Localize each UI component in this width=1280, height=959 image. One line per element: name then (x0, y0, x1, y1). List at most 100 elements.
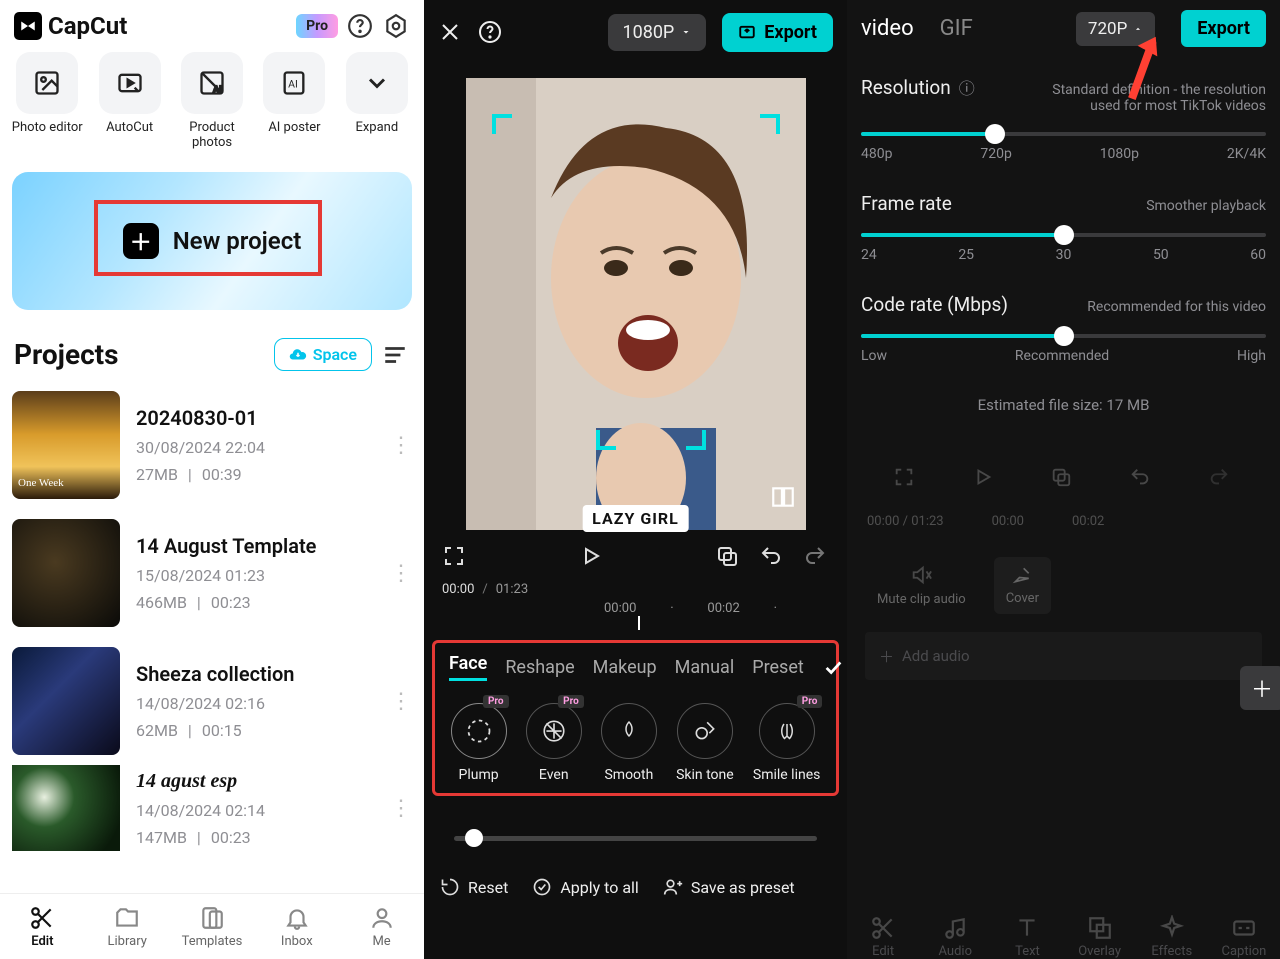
nav-caption: Caption (1208, 915, 1280, 959)
project-thumbnail: One Week (12, 391, 120, 499)
nav-edit: Edit (847, 915, 919, 959)
time-display: 00:00/01:23 (424, 576, 847, 597)
preview-caption: LAZY GIRL (582, 505, 689, 532)
effect-smooth[interactable]: Smooth (601, 703, 657, 783)
nav-text: Text (991, 915, 1063, 959)
bottom-nav: Edit Library Templates Inbox Me (0, 893, 424, 959)
help-icon[interactable] (346, 12, 374, 40)
redo-icon (1208, 466, 1234, 492)
project-item[interactable]: 14 August Template 15/08/2024 01:23 466M… (12, 509, 424, 637)
nav-audio: Audio (919, 915, 991, 959)
tab-reshape[interactable]: Reshape (505, 657, 574, 678)
settings-icon[interactable] (382, 12, 410, 40)
tool-photo-editor[interactable]: Photo editor (10, 52, 84, 150)
add-button: ＋ (1240, 666, 1280, 710)
player-controls (424, 530, 847, 576)
export-header: video GIF 720P Export (847, 0, 1280, 67)
retouch-tabs: Face Reshape Makeup Manual Preset (441, 649, 830, 685)
new-project-button[interactable]: ＋ New project (12, 172, 412, 310)
project-thumbnail (12, 765, 120, 851)
pro-badge[interactable]: Pro (296, 14, 338, 38)
play-icon[interactable] (579, 544, 605, 570)
timeline-ruler[interactable]: 00:00·00:02· (424, 597, 847, 620)
code-rate-slider[interactable] (861, 334, 1266, 338)
copy-icon (1050, 466, 1076, 492)
copy-icon[interactable] (715, 544, 741, 570)
frame-rate-slider[interactable] (861, 233, 1266, 237)
tool-expand[interactable]: Expand (340, 52, 414, 150)
projects-header: Projects Space (0, 320, 424, 371)
save-preset-button[interactable]: Save as preset (663, 877, 795, 897)
tool-ai-poster[interactable]: AI AI poster (257, 52, 331, 150)
playhead-icon[interactable] (638, 616, 640, 630)
app-name: CapCut (48, 12, 127, 40)
help-icon[interactable] (478, 20, 502, 44)
crop-corner-icon (596, 430, 616, 450)
effect-skin-tone[interactable]: Skin tone (676, 703, 734, 783)
editor-screen: 1080P Export LAZY (424, 0, 847, 959)
fullscreen-icon (893, 466, 919, 492)
fullscreen-icon[interactable] (442, 544, 468, 570)
project-item[interactable]: 14 agust esp 14/08/2024 02:14 147MB|00:2… (12, 765, 424, 851)
tab-manual[interactable]: Manual (675, 657, 735, 678)
undo-icon[interactable] (759, 544, 785, 570)
project-thumbnail (12, 647, 120, 755)
more-icon[interactable]: ⋮ (390, 796, 410, 821)
effect-even[interactable]: Pro Even (526, 703, 582, 783)
apply-to-all-button[interactable]: Apply to all (532, 877, 639, 897)
more-icon[interactable]: ⋮ (390, 433, 410, 458)
tool-product-photos[interactable]: AI Product photos (175, 52, 249, 150)
bottom-nav: Edit Audio Text Overlay Effects Caption (847, 915, 1280, 959)
tab-makeup[interactable]: Makeup (593, 657, 657, 678)
project-thumbnail (12, 519, 120, 627)
crop-corner-icon (760, 114, 780, 134)
svg-text:AI: AI (289, 78, 299, 91)
video-preview[interactable]: LAZY GIRL (466, 78, 806, 530)
more-icon[interactable]: ⋮ (390, 561, 410, 586)
sort-icon[interactable] (382, 344, 410, 366)
tab-gif[interactable]: GIF (940, 16, 973, 41)
export-button[interactable]: Export (1181, 10, 1266, 47)
tool-autocut[interactable]: AutoCut (92, 52, 166, 150)
compare-icon[interactable] (770, 484, 796, 510)
nav-inbox[interactable]: Inbox (254, 894, 339, 959)
nav-edit[interactable]: Edit (0, 894, 85, 959)
face-effects: Pro Plump Pro Even Smooth Skin tone Pro … (441, 685, 830, 783)
nav-me[interactable]: Me (339, 894, 424, 959)
project-item[interactable]: Sheeza collection 14/08/2024 02:16 62MB|… (12, 637, 424, 765)
export-button[interactable]: Export (722, 13, 833, 52)
pro-badge: Pro (797, 695, 823, 708)
app-logo: CapCut (14, 12, 127, 40)
home-header: CapCut Pro (0, 0, 424, 48)
home-screen: CapCut Pro Photo editor AutoCut AI Produ… (0, 0, 424, 959)
add-audio-button: ＋Add audio (865, 632, 1262, 680)
editor-header: 1080P Export (424, 0, 847, 64)
tab-video[interactable]: video (861, 16, 914, 41)
estimated-size: Estimated file size: 17 MB (847, 396, 1280, 414)
redo-icon[interactable] (803, 544, 829, 570)
tab-preset[interactable]: Preset (752, 657, 804, 678)
resolution-slider[interactable] (861, 132, 1266, 136)
effect-plump[interactable]: Pro Plump (451, 703, 507, 783)
export-settings-screen: video GIF 720P Export Resolution ⓘ Stand… (847, 0, 1280, 959)
confirm-icon[interactable] (822, 656, 844, 678)
pro-badge: Pro (483, 695, 509, 708)
nav-templates[interactable]: Templates (170, 894, 255, 959)
nav-library[interactable]: Library (85, 894, 170, 959)
pro-badge: Pro (558, 695, 584, 708)
close-icon[interactable] (438, 20, 462, 44)
capcut-logo-icon (14, 12, 42, 40)
space-button[interactable]: Space (274, 338, 372, 371)
effect-smile-lines[interactable]: Pro Smile lines (753, 703, 820, 783)
undo-icon (1129, 466, 1155, 492)
more-icon[interactable]: ⋮ (390, 689, 410, 714)
mute-clip-audio: Mute clip audio (877, 564, 966, 607)
info-icon[interactable]: ⓘ (959, 75, 975, 99)
crop-corner-icon (492, 114, 512, 134)
resolution-dropdown[interactable]: 1080P (608, 14, 706, 51)
project-item[interactable]: One Week 20240830-01 30/08/2024 22:04 27… (12, 381, 424, 509)
intensity-slider[interactable] (424, 796, 847, 865)
tab-face[interactable]: Face (449, 653, 487, 681)
reset-button[interactable]: Reset (440, 877, 508, 897)
annotation-highlight: Face Reshape Makeup Manual Preset Pro Pl… (432, 640, 839, 796)
